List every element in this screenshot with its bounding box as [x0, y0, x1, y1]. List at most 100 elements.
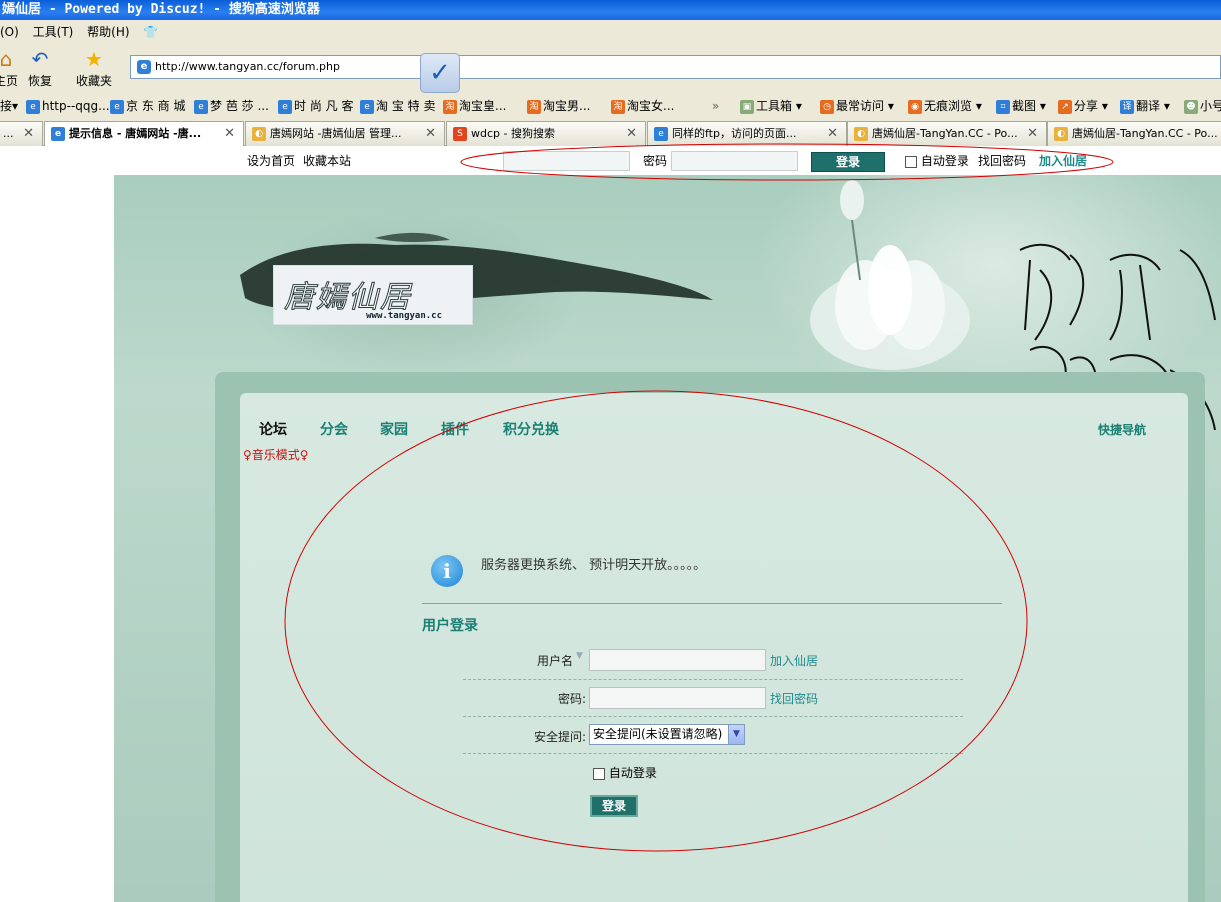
- menu-item-o[interactable]: (O): [0, 25, 19, 39]
- music-mode-link[interactable]: ♀音乐模式♀: [243, 446, 309, 463]
- translate-icon: 译: [1120, 99, 1134, 114]
- taobao-icon: 淘: [611, 99, 625, 114]
- nav-points-exchange[interactable]: 积分兑换: [503, 419, 559, 439]
- close-icon[interactable]: ✕: [1027, 122, 1038, 145]
- star-icon: ★: [85, 47, 103, 71]
- top-username-input[interactable]: [503, 151, 630, 171]
- ie-page-icon: e: [654, 127, 668, 141]
- row-divider: [463, 716, 963, 717]
- browser-tab[interactable]: ◐ 唐嫣网站 -唐嫣仙居 管理... ✕: [245, 121, 445, 146]
- close-icon[interactable]: ✕: [425, 122, 436, 145]
- taobao-icon: 淘: [443, 99, 457, 114]
- fav-item[interactable]: e http--qqg...: [26, 94, 110, 118]
- fav-item[interactable]: e梦 芭 莎 ...: [194, 94, 269, 118]
- fav-item[interactable]: 淘淘宝女...: [611, 94, 674, 118]
- fav-item[interactable]: 接▾: [0, 94, 18, 118]
- fav-alt-account[interactable]: ☻ 小号: [1184, 94, 1221, 118]
- sogou-logo-icon[interactable]: ✓: [420, 53, 460, 93]
- browser-tab[interactable]: ◐ 唐嫣仙居-TangYan.CC - Po...: [1047, 121, 1221, 146]
- address-bar[interactable]: e http://www.tangyan.cc/forum.php: [130, 55, 1221, 79]
- find-password-link[interactable]: 找回密码: [770, 690, 818, 707]
- fav-most-visited[interactable]: ◷ 最常访问 ▾: [820, 94, 894, 118]
- forum-favicon-icon: ◐: [252, 127, 266, 141]
- nav-forum[interactable]: 论坛: [259, 419, 287, 439]
- browser-tab[interactable]: Swdcp - 搜狗搜索 ✕: [446, 121, 646, 146]
- clock-icon: ◷: [820, 99, 834, 114]
- fav-share[interactable]: ↗ 分享 ▾: [1058, 94, 1108, 118]
- home-icon: ⌂: [0, 47, 13, 71]
- ie-page-icon: e: [26, 99, 40, 114]
- screenshot-icon: ⌗: [996, 99, 1010, 114]
- content-panel: [240, 393, 1188, 902]
- site-logo[interactable]: 唐嫣仙居 www.tangyan.cc: [273, 265, 473, 325]
- top-password-label: 密码: [643, 154, 668, 168]
- notice-message: 服务器更换系统、 预计明天开放。。。。。: [481, 558, 707, 573]
- close-icon[interactable]: ✕: [626, 122, 637, 145]
- fav-item[interactable]: 淘淘宝男...: [527, 94, 590, 118]
- security-question-select[interactable]: 安全提问(未设置请忽略) ▼: [589, 724, 745, 745]
- top-find-password-link[interactable]: 找回密码: [978, 147, 1026, 175]
- menu-item-help[interactable]: 帮助(H): [87, 25, 129, 39]
- top-join-link[interactable]: 加入仙居: [1039, 147, 1087, 175]
- username-input[interactable]: [589, 649, 766, 671]
- close-icon[interactable]: ✕: [23, 122, 34, 145]
- sogou-search-icon: S: [453, 127, 467, 141]
- dropdown-arrow-icon[interactable]: ▼: [576, 651, 583, 661]
- browser-tab[interactable]: ◐ 唐嫣仙居-TangYan.CC - Po... ✕: [847, 121, 1047, 146]
- overflow-chevron-icon[interactable]: »: [712, 94, 719, 118]
- close-icon[interactable]: ✕: [224, 122, 235, 145]
- nav-home[interactable]: 家园: [380, 419, 408, 439]
- menu-item-tools[interactable]: 工具(T): [33, 25, 74, 39]
- top-login-button[interactable]: 登录: [811, 152, 885, 172]
- close-icon[interactable]: ✕: [827, 122, 838, 145]
- fav-item[interactable]: 淘淘宝皇...: [443, 94, 506, 118]
- window-title: 嫣仙居 - Powered by Discuz! - 搜狗高速浏览器: [0, 0, 1221, 20]
- top-auto-login[interactable]: 自动登录: [905, 147, 969, 175]
- auto-login-checkbox[interactable]: [905, 155, 917, 168]
- undo-icon: ↶: [31, 47, 49, 71]
- bookmark-site-link[interactable]: 收藏本站: [303, 147, 351, 175]
- fav-item[interactable]: e淘 宝 特 卖: [360, 94, 435, 118]
- browser-tab[interactable]: ... ✕: [0, 121, 43, 146]
- password-label: 密码:: [557, 692, 586, 706]
- lotus-flower-image: [810, 180, 970, 370]
- shirt-icon[interactable]: 👕: [143, 25, 158, 39]
- ie-page-icon: e: [278, 99, 292, 114]
- restore-button[interactable]: ↶ 恢复: [28, 48, 52, 89]
- chevron-down-icon[interactable]: ▼: [728, 725, 744, 744]
- top-password-input[interactable]: [671, 151, 798, 171]
- fav-screenshot[interactable]: ⌗ 截图 ▾: [996, 94, 1046, 118]
- register-link[interactable]: 加入仙居: [770, 652, 818, 669]
- home-button[interactable]: ⌂ 主页: [0, 48, 18, 89]
- forum-favicon-icon: ◐: [1054, 127, 1068, 141]
- username-label[interactable]: 用户名: [480, 652, 573, 669]
- ie-page-icon: e: [194, 99, 208, 114]
- fav-incognito[interactable]: ◉ 无痕浏览 ▾: [908, 94, 982, 118]
- row-divider: [463, 753, 963, 754]
- share-icon: ↗: [1058, 99, 1072, 114]
- ie-page-icon: e: [137, 60, 151, 74]
- taobao-icon: 淘: [527, 99, 541, 114]
- fav-item[interactable]: e时 尚 凡 客: [278, 94, 353, 118]
- quick-nav-link[interactable]: 快捷导航: [1098, 421, 1146, 438]
- fav-item[interactable]: e京 东 商 城: [110, 94, 185, 118]
- password-input[interactable]: [589, 687, 766, 709]
- set-homepage-link[interactable]: 设为首页: [247, 147, 295, 175]
- auto-login-option[interactable]: 自动登录: [593, 764, 657, 781]
- fav-toolbox[interactable]: ▣ 工具箱 ▾: [740, 94, 802, 118]
- browser-tab[interactable]: e 同样的ftp，访问的页面... ✕: [647, 121, 847, 146]
- tab-bar: ... ✕ e 提示信息 - 唐嫣网站 -唐... ✕ ◐ 唐嫣网站 -唐嫣仙居 管理.…: [0, 118, 1221, 146]
- ie-page-icon: e: [110, 99, 124, 114]
- login-submit-button[interactable]: 登录: [590, 795, 638, 817]
- menu-bar: (O) 工具(T) 帮助(H) 👕: [0, 20, 1221, 44]
- info-icon: i: [431, 555, 463, 587]
- divider: [422, 603, 1002, 604]
- page-margin: [0, 175, 114, 902]
- ie-page-icon: e: [51, 127, 65, 141]
- browser-tab-active[interactable]: e 提示信息 - 唐嫣网站 -唐... ✕: [44, 121, 244, 146]
- fav-translate[interactable]: 译翻译 ▾: [1120, 94, 1170, 118]
- nav-branch[interactable]: 分会: [320, 419, 348, 439]
- auto-login-checkbox[interactable]: [593, 767, 605, 780]
- nav-plugins[interactable]: 插件: [441, 419, 469, 439]
- favorites-button[interactable]: ★ 收藏夹: [76, 48, 112, 89]
